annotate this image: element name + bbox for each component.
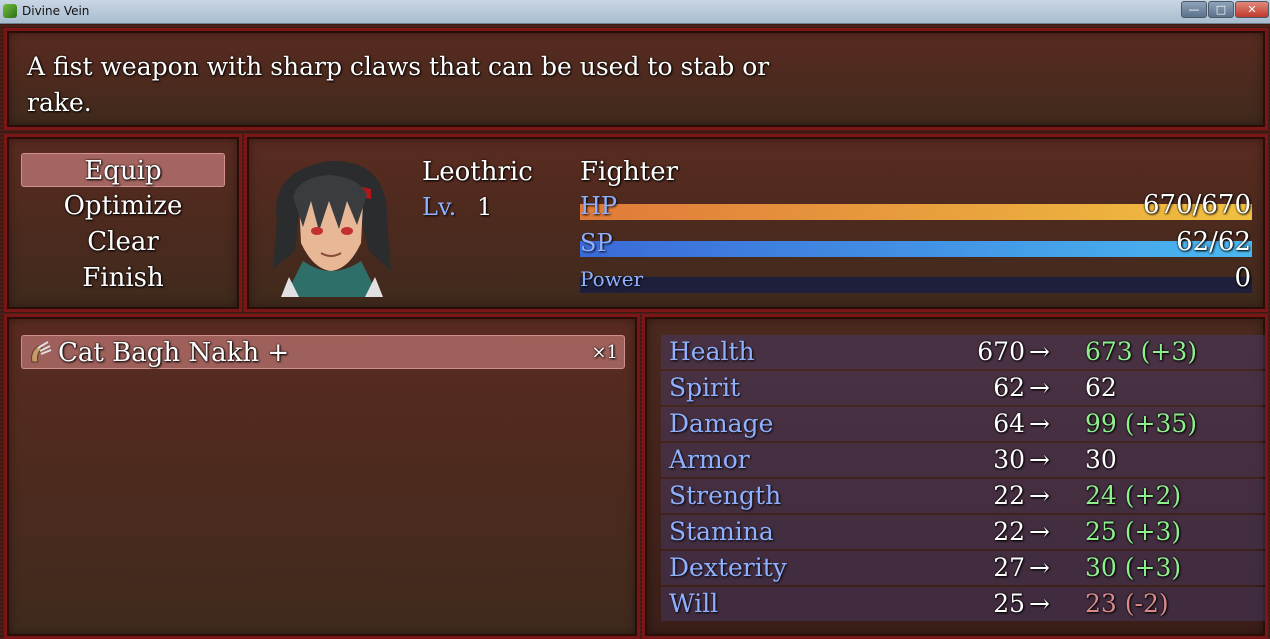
window-title-bar: Divine Vein — □ ✕	[0, 0, 1270, 24]
power-gauge	[580, 277, 1252, 293]
sp-gauge-fill	[580, 241, 1252, 257]
stat-new-value: 99 (+35)	[1085, 409, 1198, 438]
stat-row: Will 25 → 23 (-2)	[661, 587, 1265, 621]
arrow-right-icon: →	[1029, 517, 1050, 546]
clear-command[interactable]: Clear	[21, 225, 225, 259]
sp-value: 62/62	[1176, 227, 1251, 257]
stat-old-value: 670	[977, 337, 1025, 366]
hp-label: HP	[580, 192, 618, 220]
arrow-right-icon: →	[1029, 589, 1050, 618]
stat-new-value: 30	[1085, 445, 1117, 474]
stat-old-value: 30	[993, 445, 1025, 474]
sp-gauge	[580, 241, 1252, 257]
arrow-right-icon: →	[1029, 481, 1050, 510]
stat-name: Spirit	[669, 373, 741, 402]
equip-command[interactable]: Equip	[21, 153, 225, 187]
stat-old-value: 64	[993, 409, 1025, 438]
stat-new-value: 23 (-2)	[1085, 589, 1169, 618]
stat-row: Dexterity 27 → 30 (+3)	[661, 551, 1265, 585]
arrow-right-icon: →	[1029, 337, 1050, 366]
stat-row: Strength 22 → 24 (+2)	[661, 479, 1265, 513]
power-value: 0	[1234, 263, 1251, 293]
stat-new-value: 673 (+3)	[1085, 337, 1198, 366]
power-label: Power	[580, 267, 644, 291]
close-button[interactable]: ✕	[1235, 1, 1269, 18]
maximize-button[interactable]: □	[1208, 1, 1234, 18]
arrow-right-icon: →	[1029, 553, 1050, 582]
stat-name: Health	[669, 337, 755, 366]
arrow-right-icon: →	[1029, 409, 1050, 438]
stat-name: Dexterity	[669, 553, 787, 582]
level-value: 1	[477, 193, 493, 221]
hp-value: 670/670	[1142, 190, 1251, 220]
stat-row: Damage 64 → 99 (+35)	[661, 407, 1265, 441]
item-count: ×1	[591, 342, 618, 363]
actor-class: Fighter	[580, 157, 679, 187]
stat-old-value: 62	[993, 373, 1025, 402]
app-icon	[3, 4, 17, 18]
item-list-window: Cat Bagh Nakh + ×1	[4, 314, 640, 639]
item-description: A fist weapon with sharp claws that can …	[27, 52, 770, 117]
optimize-command[interactable]: Optimize	[21, 189, 225, 223]
arrow-right-icon: →	[1029, 373, 1050, 402]
item-name: Cat Bagh Nakh +	[58, 338, 290, 368]
actor-status-window: Leothric Lv. 1 Fighter HP 670/670 SP 62/…	[244, 134, 1268, 312]
stat-name: Damage	[669, 409, 774, 438]
stat-row: Armor 30 → 30	[661, 443, 1265, 477]
stat-new-value: 24 (+2)	[1085, 481, 1182, 510]
stat-old-value: 22	[993, 517, 1025, 546]
stat-old-value: 22	[993, 481, 1025, 510]
stat-row: Spirit 62 → 62	[661, 371, 1265, 405]
stat-name: Strength	[669, 481, 782, 510]
help-window: A fist weapon with sharp claws that can …	[4, 28, 1268, 130]
arrow-right-icon: →	[1029, 445, 1050, 474]
stat-old-value: 25	[993, 589, 1025, 618]
portrait-face-icon	[273, 160, 391, 297]
finish-command[interactable]: Finish	[21, 261, 225, 295]
list-item[interactable]: Cat Bagh Nakh + ×1	[21, 335, 625, 369]
actor-name: Leothric	[422, 157, 533, 187]
stat-comparison-window: Health 670 → 673 (+3) Spirit 62 → 62 Damage 64 → 99…	[642, 314, 1268, 639]
stat-new-value: 30 (+3)	[1085, 553, 1182, 582]
stat-row: Stamina 22 → 25 (+3)	[661, 515, 1265, 549]
level-label: Lv.	[422, 193, 457, 221]
stat-name: Stamina	[669, 517, 774, 546]
stat-name: Armor	[669, 445, 750, 474]
stat-name: Will	[669, 589, 719, 618]
window-title: Divine Vein	[22, 4, 90, 18]
stat-old-value: 27	[993, 553, 1025, 582]
stat-new-value: 62	[1085, 373, 1117, 402]
sp-label: SP	[580, 229, 613, 257]
claw-icon	[31, 341, 52, 363]
command-window: Equip Optimize Clear Finish	[4, 134, 242, 312]
minimize-button[interactable]: —	[1181, 1, 1207, 18]
stat-new-value: 25 (+3)	[1085, 517, 1182, 546]
stat-row: Health 670 → 673 (+3)	[661, 335, 1265, 369]
